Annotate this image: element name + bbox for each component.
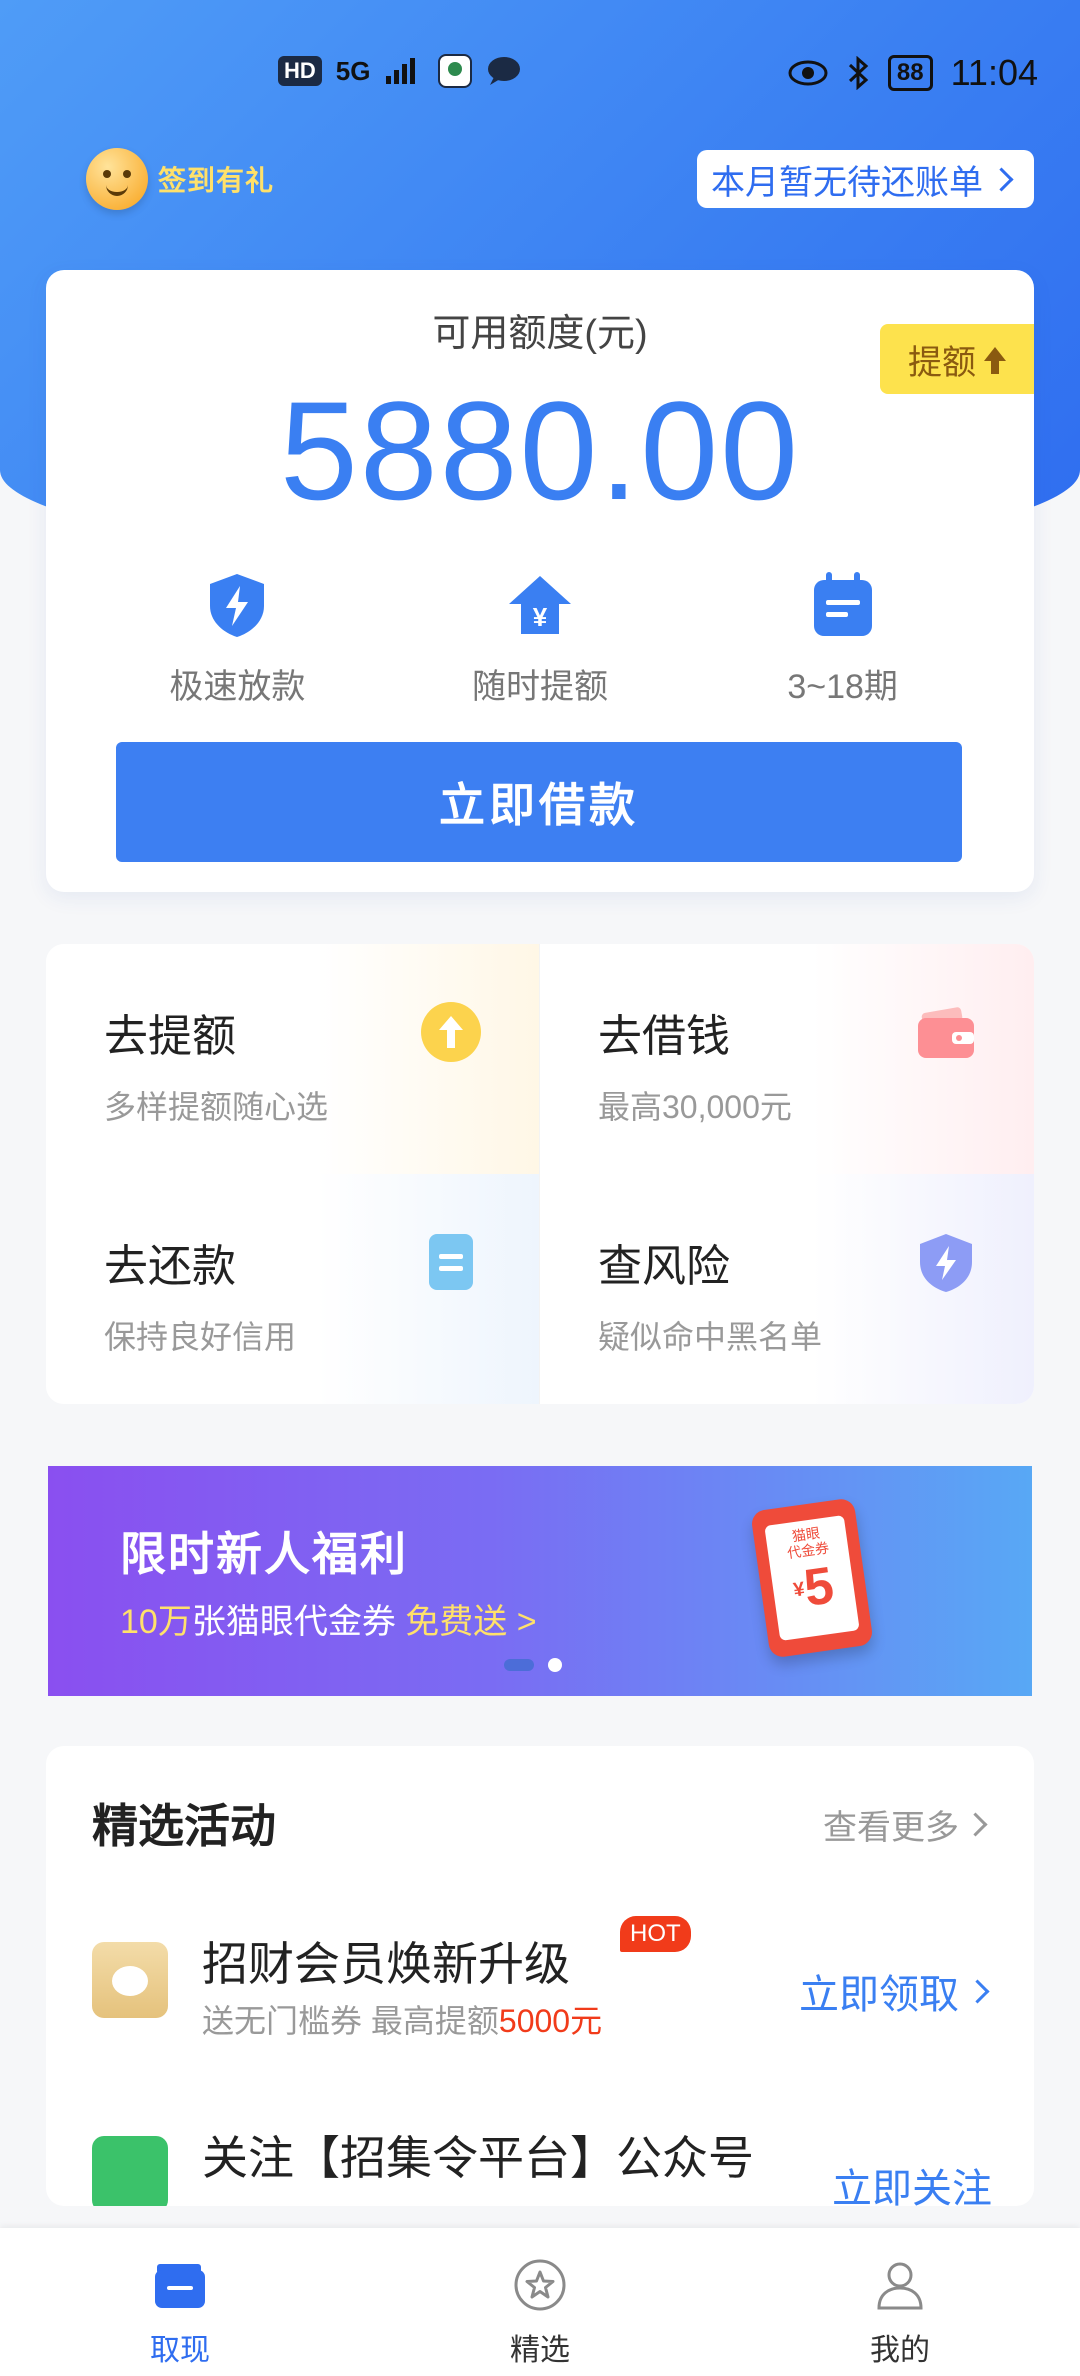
carousel-dot[interactable]	[548, 1658, 562, 1672]
follow-now-label: 立即关注	[832, 2167, 992, 2206]
message-icon	[488, 57, 521, 85]
nav-label: 精选	[510, 2334, 570, 2367]
quick-subtitle: 多样提额随心选	[104, 1089, 329, 1125]
activity-item[interactable]: 招财会员焕新升级 HOT 送无门槛券 最高提额5000元 立即领取	[92, 1914, 992, 2054]
feature-label: 3~18期	[787, 668, 898, 706]
credit-card: 可用额度(元) 提额 5880.00 极速放款 ¥ 随时提额 3~18期 立即借…	[46, 270, 1034, 892]
battery-indicator: 88	[887, 55, 933, 91]
activities-title: 精选活动	[92, 1800, 276, 1852]
chevron-right-icon	[989, 166, 1014, 192]
bill-status-label: 本月暂无待还账单	[711, 163, 983, 202]
credit-amount: 5880.00	[279, 372, 801, 529]
wechat-icon	[92, 2136, 168, 2206]
quick-borrow[interactable]: 去借钱 最高30,000元	[540, 944, 1034, 1174]
quick-raise-limit[interactable]: 去提额 多样提额随心选	[46, 944, 540, 1174]
banner-sub-main: 张猫眼代金券	[191, 1603, 396, 1641]
nav-label: 我的	[870, 2334, 930, 2367]
bill-status-button[interactable]: 本月暂无待还账单	[697, 150, 1034, 208]
claim-now-label: 立即领取	[799, 1973, 959, 2017]
coupon-phone-illustration: 猫眼 代金券 ¥5	[750, 1497, 874, 1659]
activity-desc-text: 送无门槛券 最高提额	[202, 2003, 499, 2039]
wallet-icon	[918, 1007, 974, 1058]
shield-bolt-icon	[210, 574, 265, 637]
follow-now-button[interactable]: 立即关注	[832, 2156, 992, 2206]
feature-label: 极速放款	[169, 668, 306, 706]
view-more-link[interactable]: 查看更多	[823, 1800, 990, 1849]
document-icon	[429, 1234, 473, 1290]
signin-label: 签到有礼	[158, 165, 275, 196]
carousel-dots	[504, 1658, 562, 1672]
quick-subtitle: 疑似命中黑名单	[598, 1319, 823, 1355]
hot-badge: HOT	[620, 1916, 691, 1952]
arrow-up-icon	[984, 347, 1006, 374]
activity-desc: 送无门槛券 最高提额5000元	[202, 1996, 602, 2042]
member-badge-icon	[92, 1942, 168, 2018]
feature-label: 随时提额	[471, 668, 608, 706]
coupon-screen: 猫眼 代金券 ¥5	[764, 1514, 860, 1642]
hd-badge: HD	[278, 56, 322, 86]
arrow-up-circle-icon	[421, 1002, 481, 1062]
status-left: HD 5G	[278, 54, 522, 88]
activity-name: 关注【招集令平台】公众号	[202, 2132, 754, 2184]
nav-tab-featured[interactable]: 精选	[360, 2228, 720, 2376]
feature-fast-loan: 极速放款	[117, 570, 357, 708]
feature-raise-anytime: ¥ 随时提额	[420, 570, 660, 708]
chevron-right-icon	[963, 1812, 988, 1837]
nav-tab-mine[interactable]: 我的	[720, 2228, 1080, 2376]
activity-item[interactable]: 关注【招集令平台】公众号 立即关注	[92, 2108, 992, 2206]
status-bar: HD 5G 88 11:04	[0, 48, 1080, 104]
signin-reward[interactable]: 签到有礼	[86, 148, 274, 210]
featured-activities: 精选活动 查看更多 招财会员焕新升级 HOT 送无门槛券 最高提额5000元 立…	[46, 1746, 1034, 2206]
quick-actions-grid: 去提额 多样提额随心选 去借钱 最高30,000元 去还款 保持良好信用 查风险…	[46, 944, 1034, 1404]
feature-installments: 3~18期	[723, 570, 963, 708]
star-circle-icon	[514, 2259, 566, 2311]
network-label: 5G	[335, 55, 371, 86]
smiley-icon	[86, 148, 148, 210]
yuan-house-icon: ¥	[508, 576, 571, 634]
view-more-label: 查看更多	[823, 1809, 959, 1847]
carousel-dot-active[interactable]	[504, 1659, 534, 1671]
banner-title: 限时新人福利	[120, 1528, 408, 1580]
coupon-value: ¥5	[770, 1553, 858, 1624]
quick-subtitle: 保持良好信用	[104, 1319, 297, 1355]
user-icon	[877, 2262, 923, 2310]
clock: 11:04	[950, 52, 1038, 93]
wallet-icon	[155, 2264, 205, 2308]
banner-sub-prefix: 10万	[120, 1603, 192, 1641]
shield-icon	[920, 1234, 972, 1292]
borrow-now-button[interactable]: 立即借款	[116, 742, 962, 862]
quick-subtitle: 最高30,000元	[598, 1089, 792, 1125]
nav-label: 取现	[150, 2334, 210, 2367]
status-right: 88 11:04	[788, 52, 1038, 94]
bottom-nav: 取现 精选 我的	[0, 2228, 1080, 2376]
claim-now-button[interactable]: 立即领取	[799, 1962, 992, 2020]
feature-row: 极速放款 ¥ 随时提额 3~18期	[46, 570, 1034, 708]
banner-subtitle: 10万张猫眼代金券 免费送 >	[120, 1594, 537, 1643]
activity-name: 招财会员焕新升级	[202, 1938, 570, 1990]
coupon-amount: 5	[800, 1556, 838, 1618]
activity-desc-highlight: 5000元	[498, 2003, 603, 2039]
svg-text:¥: ¥	[533, 602, 548, 632]
banner-sub-highlight: 免费送 >	[405, 1603, 537, 1641]
promo-banner[interactable]: 限时新人福利 10万张猫眼代金券 免费送 > 猫眼 代金券 ¥5	[48, 1466, 1032, 1696]
app-icon	[438, 54, 473, 88]
signal-icon	[386, 58, 416, 84]
calendar-icon	[813, 572, 872, 636]
chevron-right-icon	[965, 1978, 990, 2004]
eye-icon	[788, 60, 828, 86]
bluetooth-icon	[848, 56, 869, 90]
quick-repay[interactable]: 去还款 保持良好信用	[46, 1174, 540, 1404]
nav-tab-cash[interactable]: 取现	[0, 2228, 360, 2376]
quick-check-risk[interactable]: 查风险 疑似命中黑名单	[540, 1174, 1034, 1404]
